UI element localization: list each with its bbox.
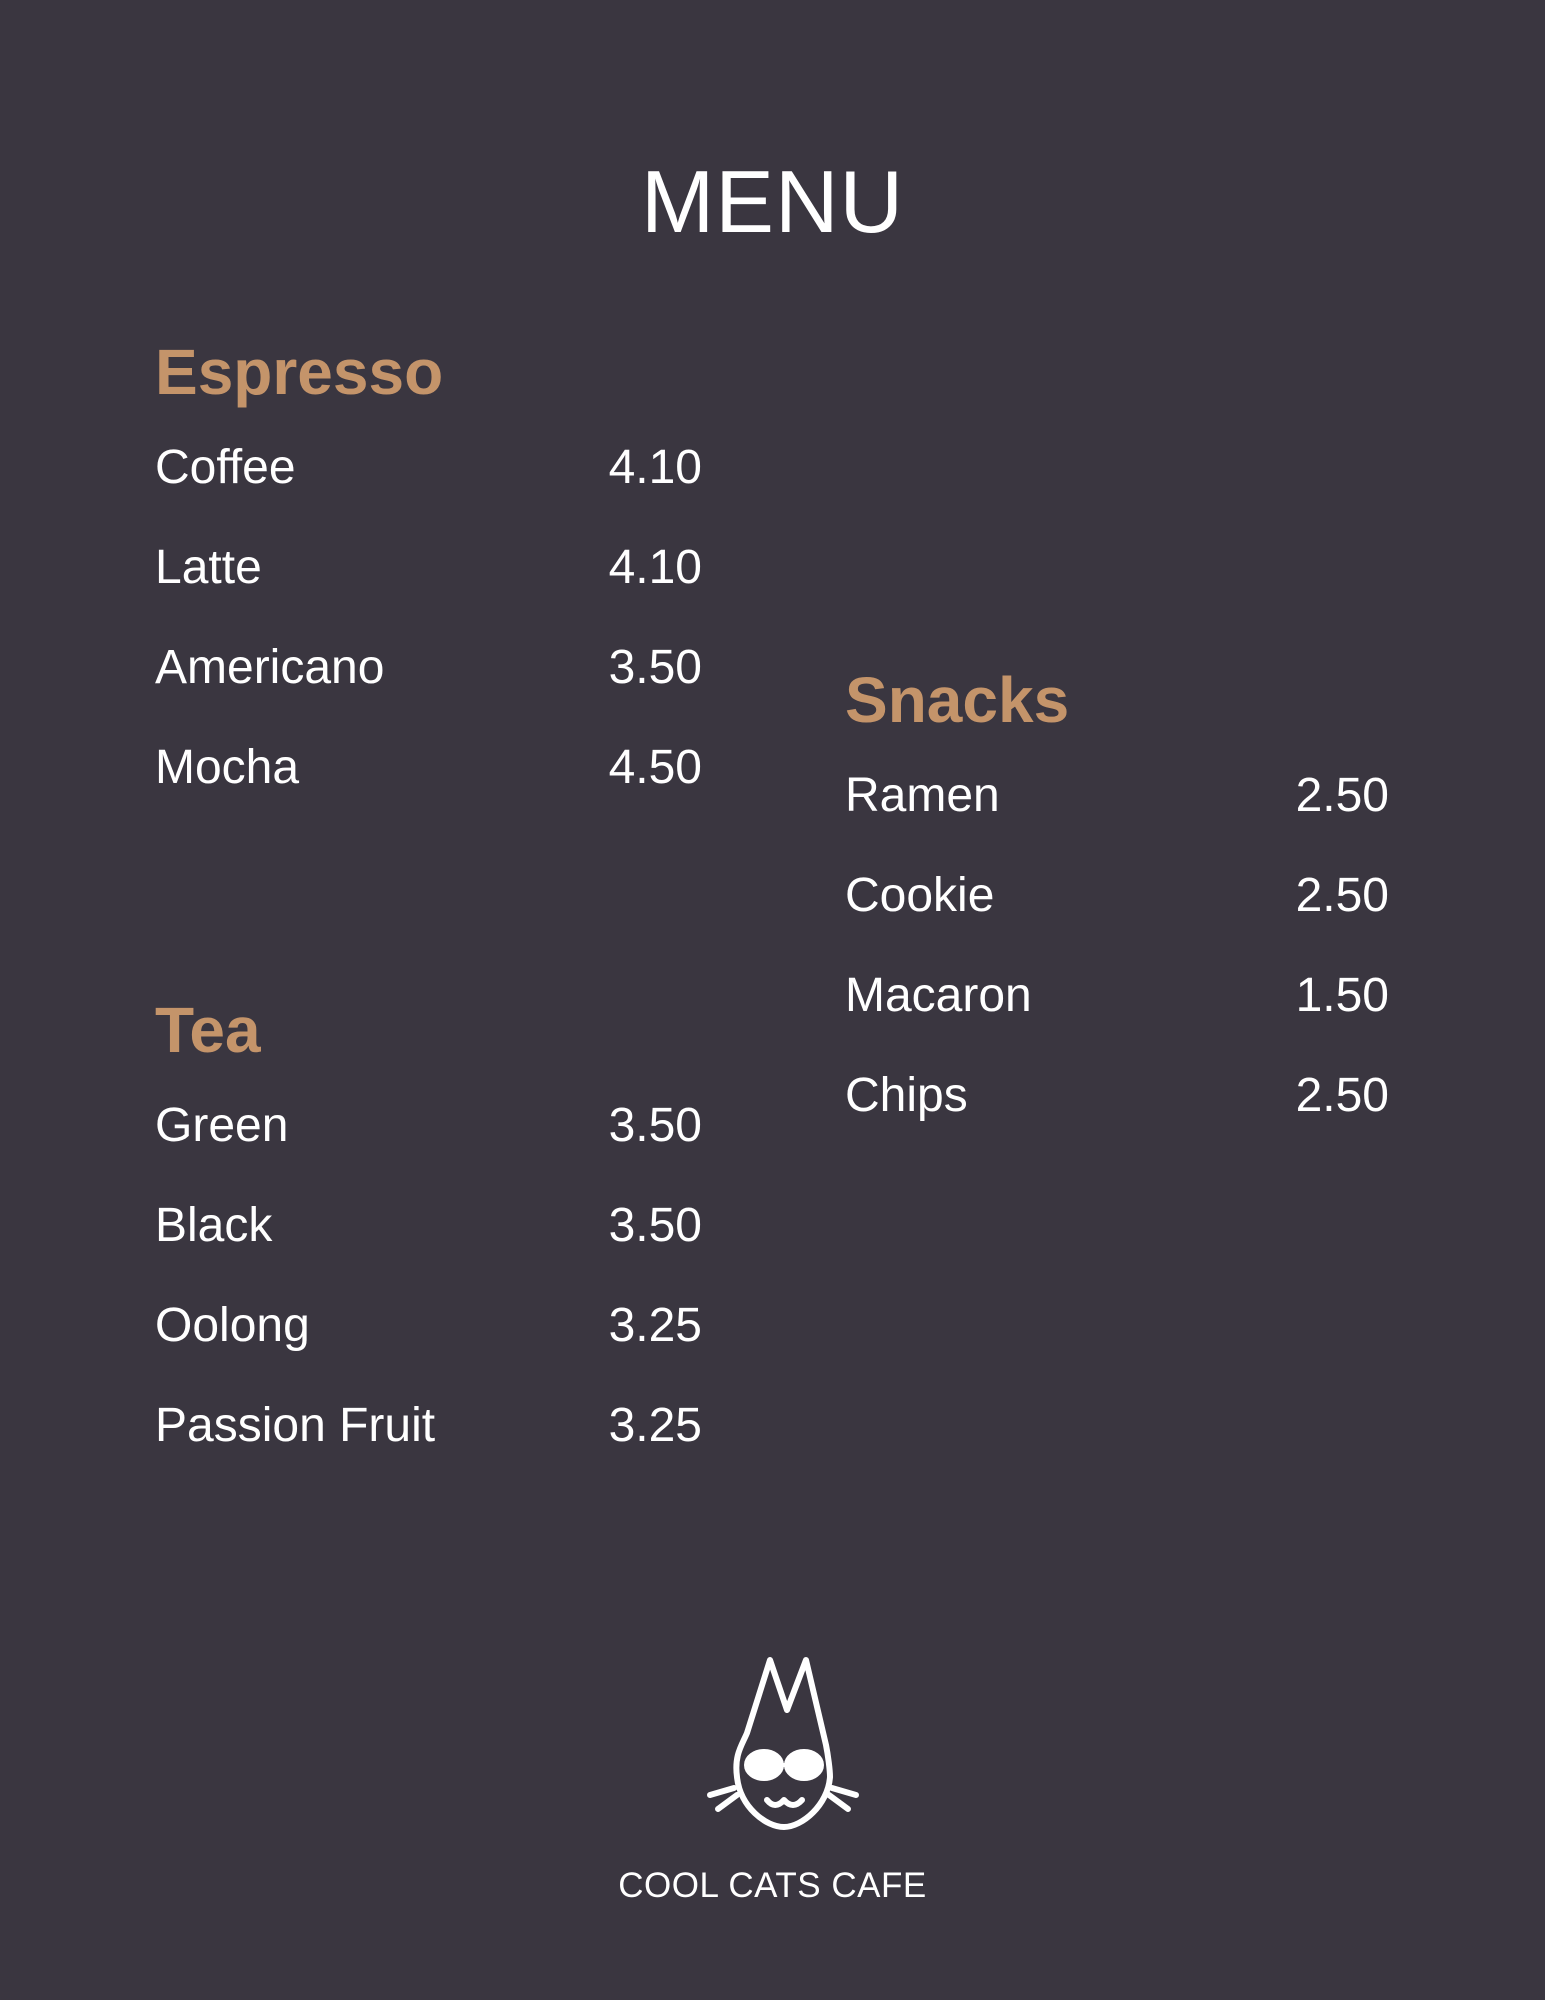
item-name: Black — [155, 1199, 273, 1252]
item-price: 3.25 — [608, 1399, 702, 1452]
section-heading: Tea — [155, 994, 261, 1066]
item-price: 2.50 — [1295, 869, 1389, 922]
item-name: Mocha — [155, 741, 300, 794]
item-name: Cookie — [845, 869, 995, 922]
item-price: 3.50 — [608, 1199, 702, 1252]
menu-item: Mocha 4.50 — [155, 744, 702, 844]
menu-item: Oolong 3.25 — [155, 1302, 702, 1402]
item-name: Oolong — [155, 1299, 310, 1352]
item-price: 2.50 — [1295, 769, 1389, 822]
item-price: 3.25 — [608, 1299, 702, 1352]
menu-section-snacks: Snacks Ramen 2.50 Cookie 2.50 Macaron 1.… — [845, 668, 1389, 1172]
section-heading: Espresso — [155, 336, 444, 408]
menu-item: Black 3.50 — [155, 1202, 702, 1302]
item-price: 4.50 — [608, 741, 702, 794]
menu-item: Americano 3.50 — [155, 644, 702, 744]
menu-item: Green 3.50 — [155, 1102, 702, 1202]
menu-item: Passion Fruit 3.25 — [155, 1402, 702, 1502]
section-heading: Snacks — [845, 664, 1070, 736]
menu-item: Latte 4.10 — [155, 544, 702, 644]
menu-item: Cookie 2.50 — [845, 872, 1389, 972]
menu-item: Ramen 2.50 — [845, 772, 1389, 872]
menu-section-espresso: Espresso Coffee 4.10 Latte 4.10 American… — [155, 340, 702, 844]
menu-section-tea: Tea Green 3.50 Black 3.50 Oolong 3.25 Pa… — [155, 998, 702, 1502]
item-price: 1.50 — [1295, 969, 1389, 1022]
item-price: 4.10 — [608, 441, 702, 494]
item-name: Green — [155, 1099, 289, 1152]
menu-item: Coffee 4.10 — [155, 444, 702, 544]
item-name: Macaron — [845, 969, 1032, 1022]
item-name: Coffee — [155, 441, 296, 494]
brand-name: COOL CATS CAFE — [618, 1866, 927, 1905]
item-name: Americano — [155, 641, 385, 694]
item-price: 2.50 — [1295, 1069, 1389, 1122]
item-price: 4.10 — [608, 541, 702, 594]
item-name: Passion Fruit — [155, 1399, 436, 1452]
item-price: 3.50 — [608, 641, 702, 694]
item-price: 3.50 — [608, 1099, 702, 1152]
item-name: Latte — [155, 541, 262, 594]
item-name: Ramen — [845, 769, 1000, 822]
item-name: Chips — [845, 1069, 968, 1122]
page-title: MENU — [640, 152, 905, 251]
menu-item: Macaron 1.50 — [845, 972, 1389, 1072]
cat-with-sunglasses-icon — [707, 1657, 859, 1830]
menu-item: Chips 2.50 — [845, 1072, 1389, 1172]
